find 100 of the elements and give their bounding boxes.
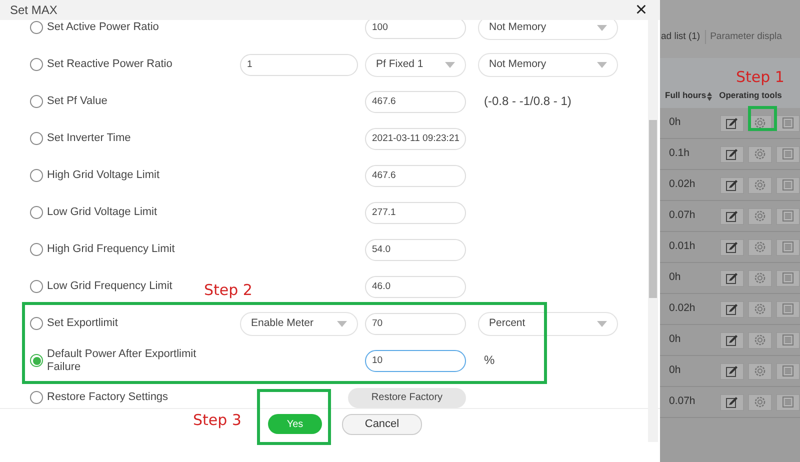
table-cell-text: 0.07h — [669, 394, 696, 410]
radio-button[interactable] — [30, 354, 43, 367]
step-label: Step 2 — [204, 281, 252, 299]
option-label: Default Power After Exportlimit Failure — [47, 348, 198, 374]
input-field[interactable]: 54.0 — [365, 238, 466, 260]
radio-button[interactable] — [30, 391, 43, 404]
gear-icon — [754, 210, 766, 222]
gear-icon — [754, 117, 766, 129]
table-cell-text: 0.02h — [669, 301, 696, 316]
report-button[interactable] — [776, 146, 800, 162]
edit-icon — [726, 304, 738, 314]
report-icon — [782, 396, 794, 408]
radio-button[interactable] — [30, 58, 43, 71]
table-cell-text: 0.01h — [669, 239, 696, 254]
option-label: Low Grid Voltage Limit — [47, 206, 158, 219]
report-button[interactable] — [776, 238, 800, 256]
option-label: Set Inverter Time — [47, 132, 131, 145]
edit-button[interactable] — [720, 146, 744, 162]
gear-icon — [754, 241, 766, 253]
report-icon — [782, 365, 794, 377]
option-label: Low Grid Frequency Limit — [47, 280, 172, 293]
table-cell-text: 0h — [669, 270, 682, 286]
edit-button[interactable] — [720, 238, 744, 256]
caret-icon — [597, 24, 607, 30]
report-button[interactable] — [776, 300, 800, 318]
table-cell-text: 0.02h — [669, 177, 696, 192]
radio-button[interactable] — [30, 95, 43, 108]
gear-icon — [754, 272, 766, 284]
edit-button[interactable] — [720, 176, 744, 194]
gear-icon — [754, 303, 766, 315]
edit-icon — [726, 366, 738, 376]
gear-icon — [754, 365, 766, 377]
option-label: Set Reactive Power Ratio — [47, 58, 172, 71]
dropdown[interactable]: Enable Meter — [240, 312, 358, 336]
edit-button[interactable] — [720, 208, 744, 224]
highlight-frame — [748, 106, 777, 131]
caret-icon — [337, 320, 347, 326]
input-field[interactable]: 467.6 — [365, 164, 466, 186]
scrollbar[interactable] — [648, 20, 658, 442]
radio-button[interactable] — [30, 206, 43, 219]
report-icon — [782, 303, 794, 315]
report-button[interactable] — [776, 208, 800, 224]
edit-button[interactable] — [720, 394, 744, 410]
caret-icon — [597, 62, 607, 68]
table-cell-text: 0h — [669, 115, 682, 130]
gear-icon — [754, 396, 766, 408]
edit-icon — [726, 334, 738, 346]
dropdown[interactable]: Not Memory — [478, 52, 618, 76]
input-field[interactable]: 467.6 — [365, 90, 466, 112]
input-field[interactable]: 70 — [365, 312, 466, 334]
edit-button[interactable] — [720, 270, 744, 286]
edit-button[interactable] — [720, 114, 744, 132]
radio-button[interactable] — [30, 169, 43, 182]
restore-button[interactable]: Restore Factory — [348, 388, 466, 408]
edit-button[interactable] — [720, 332, 744, 348]
edit-icon — [726, 210, 738, 222]
radio-button[interactable] — [30, 317, 43, 330]
table-cell-text: 0h — [669, 363, 682, 378]
gear-icon — [754, 148, 766, 160]
edit-button[interactable] — [720, 300, 744, 318]
unit-text: % — [483, 353, 495, 368]
input-field[interactable]: 1 — [240, 54, 358, 76]
report-icon — [782, 241, 794, 253]
input-field[interactable]: 46.0 — [365, 276, 466, 298]
sort-icon[interactable] — [707, 92, 712, 101]
report-button[interactable] — [776, 176, 800, 194]
report-button[interactable] — [776, 114, 800, 132]
radio-button[interactable] — [30, 21, 43, 34]
caret-icon — [445, 62, 455, 68]
radio-button[interactable] — [30, 132, 43, 145]
dialog-title: Set MAX — [10, 2, 58, 19]
edit-icon — [726, 272, 738, 284]
tab[interactable]: ad list (1) — [661, 30, 700, 44]
edit-icon — [726, 180, 738, 190]
input-field[interactable]: 2021-03-11 09:23:21 — [365, 128, 466, 150]
edit-button[interactable] — [720, 362, 744, 380]
input-field[interactable]: 10 — [365, 350, 466, 372]
step-label: Step 3 — [193, 411, 242, 429]
report-icon — [782, 272, 794, 284]
radio-button[interactable] — [30, 243, 43, 256]
input-field[interactable]: 277.1 — [365, 202, 466, 224]
dropdown[interactable]: Not Memory — [478, 20, 618, 40]
option-label: Restore Factory Settings — [47, 391, 168, 404]
dropdown[interactable]: Percent — [478, 312, 618, 336]
report-icon — [782, 117, 794, 129]
table-cell-text: 0h — [669, 332, 682, 348]
report-button[interactable] — [776, 394, 800, 410]
report-icon — [782, 334, 794, 346]
report-button[interactable] — [776, 332, 800, 348]
report-button[interactable] — [776, 362, 800, 380]
edit-icon — [726, 396, 738, 408]
report-button[interactable] — [776, 270, 800, 286]
table-cell-text: 0.1h — [669, 146, 690, 162]
step-label: Step 1 — [736, 68, 784, 86]
cancel-button[interactable]: Cancel — [342, 414, 422, 435]
dropdown[interactable]: Pf Fixed 1 — [365, 52, 466, 76]
radio-button[interactable] — [30, 280, 43, 293]
table-cell-text: 0.07h — [669, 208, 696, 224]
close-button[interactable]: × — [632, 0, 650, 20]
input-field[interactable]: 100 — [365, 20, 466, 38]
